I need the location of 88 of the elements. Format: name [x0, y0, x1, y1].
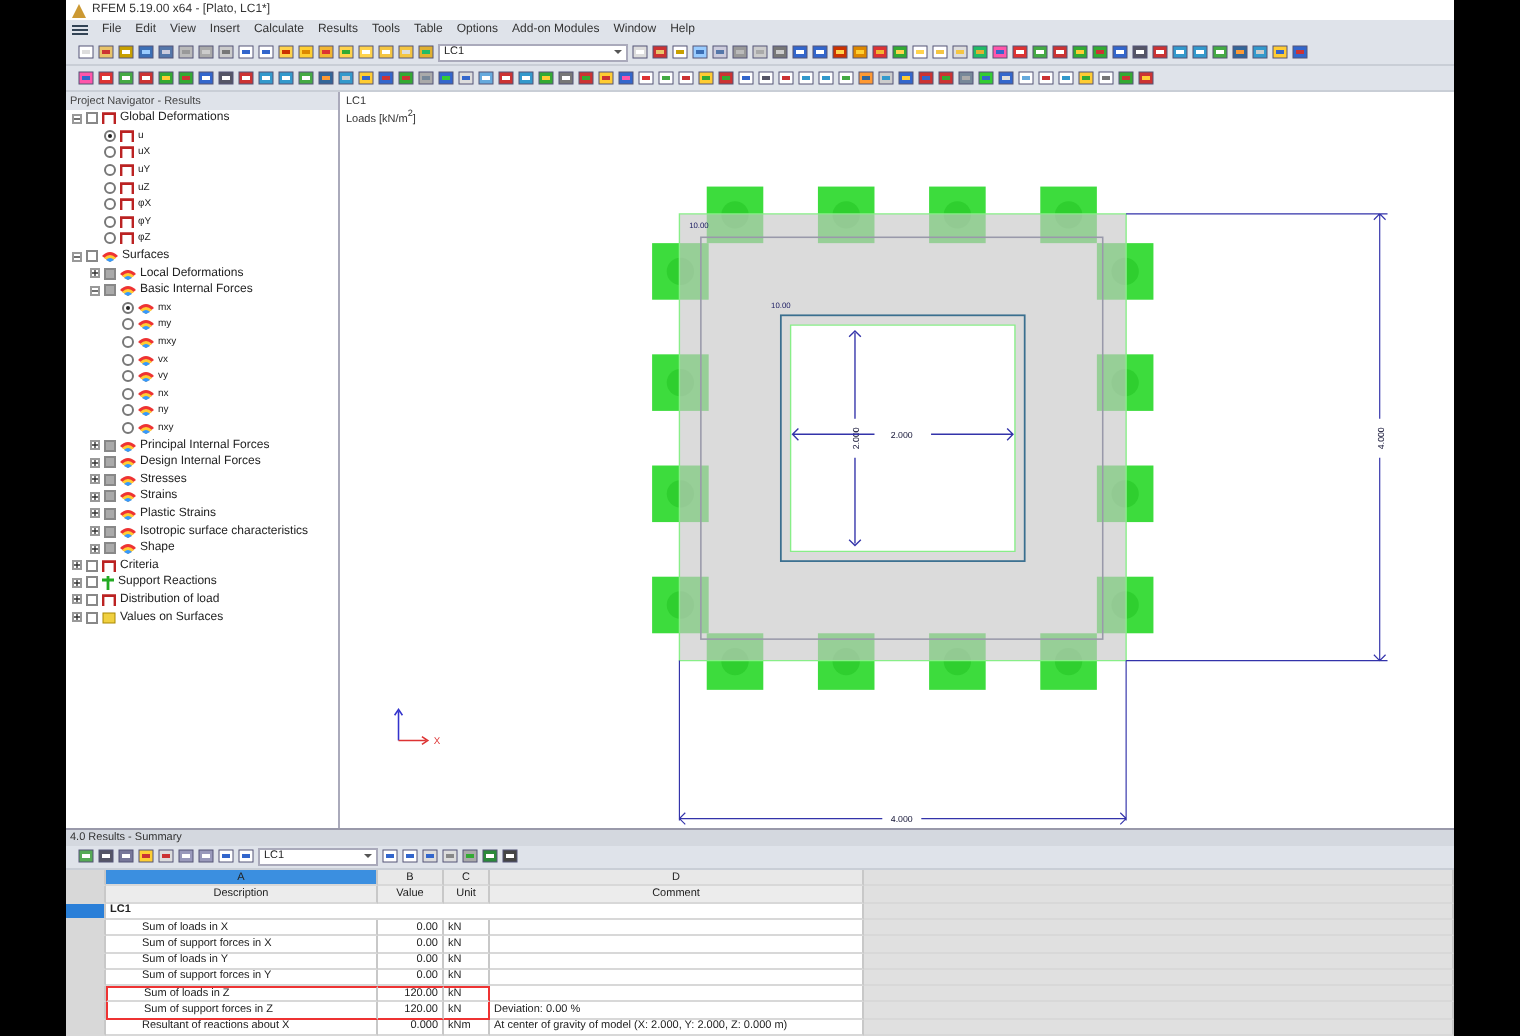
contour-surface-icon — [120, 473, 136, 486]
checkbox[interactable] — [104, 490, 116, 503]
collapse-toggle[interactable] — [90, 285, 100, 296]
expand-toggle[interactable] — [90, 440, 100, 451]
checkbox[interactable] — [104, 473, 116, 486]
radio-button[interactable] — [122, 370, 134, 383]
radio-button[interactable] — [104, 181, 116, 194]
radio-button[interactable] — [122, 336, 134, 349]
contour-surface-icon — [138, 370, 154, 383]
support-drawing — [1096, 354, 1154, 411]
checkbox[interactable] — [104, 284, 116, 297]
radio-button[interactable] — [104, 198, 116, 211]
contour-surface-icon — [138, 404, 154, 417]
frame-icon — [102, 559, 116, 572]
contour-surface-icon — [120, 456, 136, 469]
support-drawing — [652, 242, 709, 300]
checkbox[interactable] — [104, 542, 116, 555]
support-drawing — [1040, 632, 1097, 690]
radio-button[interactable] — [104, 164, 116, 177]
dropdown-caret-icon[interactable] — [614, 48, 622, 56]
checkbox[interactable] — [104, 525, 116, 538]
contour-surface-icon — [138, 421, 154, 434]
contour-surface-icon — [120, 439, 136, 452]
support-drawing — [817, 186, 875, 243]
checkbox[interactable] — [104, 267, 116, 280]
radio-button[interactable] — [104, 232, 116, 245]
contour-surface-icon — [138, 336, 154, 349]
expand-toggle[interactable] — [90, 491, 100, 502]
checkbox[interactable] — [104, 456, 116, 469]
contour-surface-icon — [120, 525, 136, 538]
support-icon — [102, 575, 114, 590]
contour-surface-icon — [120, 284, 136, 297]
contour-surface-icon — [120, 507, 136, 520]
support-drawing — [929, 632, 986, 690]
support-drawing — [652, 465, 709, 522]
support-drawing — [817, 632, 875, 690]
support-drawing — [706, 632, 764, 690]
checkbox[interactable] — [86, 611, 98, 624]
contour-surface-icon — [120, 267, 136, 280]
row-header-cell[interactable] — [66, 886, 106, 904]
radio-button[interactable] — [122, 301, 134, 314]
radio-button[interactable] — [104, 146, 116, 159]
checkbox[interactable] — [104, 507, 116, 520]
contour-surface-icon — [138, 318, 154, 331]
checkbox[interactable] — [86, 576, 98, 589]
contour-surface-icon — [138, 353, 154, 366]
checkbox[interactable] — [86, 250, 98, 263]
expand-toggle[interactable] — [72, 612, 82, 623]
contour-surface-icon — [102, 250, 118, 263]
checkbox[interactable] — [104, 439, 116, 452]
expand-toggle[interactable] — [90, 543, 100, 554]
expand-toggle[interactable] — [72, 594, 82, 605]
checkbox[interactable] — [86, 593, 98, 606]
contour-surface-icon — [120, 542, 136, 555]
contour-surface-icon — [138, 301, 154, 314]
expand-toggle[interactable] — [90, 457, 100, 468]
radio-button[interactable] — [104, 129, 116, 142]
checkbox[interactable] — [86, 559, 98, 572]
expand-toggle[interactable] — [90, 526, 100, 537]
axis-drawing — [393, 707, 430, 745]
radio-button[interactable] — [122, 421, 134, 434]
support-drawing — [1096, 576, 1154, 633]
expand-toggle[interactable] — [90, 474, 100, 485]
support-drawing — [1096, 465, 1154, 522]
support-drawing — [652, 576, 709, 633]
radio-button[interactable] — [104, 215, 116, 228]
values-icon — [102, 611, 116, 624]
collapse-toggle[interactable] — [72, 113, 82, 124]
radio-button[interactable] — [122, 318, 134, 331]
radio-button[interactable] — [122, 353, 134, 366]
row-header-cell[interactable] — [66, 870, 106, 887]
radio-button[interactable] — [122, 387, 134, 400]
checkbox[interactable] — [86, 112, 98, 125]
frame-icon — [102, 593, 116, 606]
support-drawing — [1040, 186, 1097, 243]
contour-surface-icon — [120, 490, 136, 503]
support-drawing — [1096, 242, 1154, 300]
contour-surface-icon — [138, 387, 154, 400]
support-drawing — [929, 186, 986, 243]
collapse-toggle[interactable] — [72, 251, 82, 262]
support-drawing — [652, 354, 709, 411]
support-drawing — [706, 186, 764, 243]
expand-toggle[interactable] — [90, 508, 100, 519]
expand-toggle[interactable] — [72, 560, 82, 571]
expand-toggle[interactable] — [90, 268, 100, 279]
menu-icon[interactable] — [72, 24, 88, 36]
radio-button[interactable] — [122, 404, 134, 417]
expand-toggle[interactable] — [72, 577, 82, 588]
